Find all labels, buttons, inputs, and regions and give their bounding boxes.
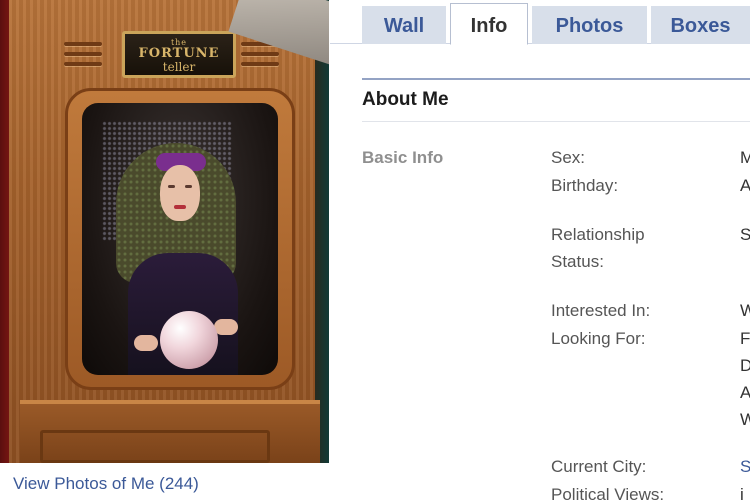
cabinet-base-panel <box>40 430 270 463</box>
tab-photos[interactable]: Photos <box>532 6 647 44</box>
fortune-teller-cabinet: the FORTUNE teller <box>9 0 315 463</box>
plaque-line-2: FORTUNE <box>138 46 220 62</box>
field-value-political-views: i <box>740 485 744 500</box>
cabinet-window-interior <box>82 103 278 375</box>
field-value-looking-for: F D A W <box>740 329 750 429</box>
field-value-birthday: A <box>740 176 750 195</box>
section-top-rule <box>362 78 750 80</box>
field-label-interested-in: Interested In: <box>551 301 651 320</box>
eye <box>185 185 192 188</box>
tab-info[interactable]: Info <box>450 3 528 45</box>
tab-boxes[interactable]: Boxes <box>651 6 750 44</box>
profile-photo[interactable]: the FORTUNE teller <box>0 0 329 463</box>
tab-wall[interactable]: Wall <box>362 6 446 44</box>
hand <box>134 335 158 351</box>
field-label-birthday: Birthday: <box>551 176 619 195</box>
cabinet-window <box>65 88 295 390</box>
field-value-relationship-status: S <box>740 225 750 244</box>
field-value-sex: M <box>740 148 750 167</box>
basic-info-label: Basic Info <box>362 148 444 167</box>
crystal-ball <box>160 311 218 369</box>
field-value-interested-in: W <box>740 301 750 320</box>
lips <box>174 205 186 209</box>
hand <box>214 319 238 335</box>
field-label-current-city: Current City: <box>551 457 647 476</box>
cabinet-vent <box>64 52 102 56</box>
eye <box>168 185 175 188</box>
field-value-current-city[interactable]: S <box>740 453 750 480</box>
profile-tabs: Wall Info Photos Boxes <box>330 0 750 45</box>
section-divider <box>362 121 750 122</box>
fortune-teller-face <box>160 165 200 221</box>
field-label-sex: Sex: <box>551 148 586 167</box>
cabinet-vent <box>64 42 102 46</box>
cabinet-vent <box>64 62 102 66</box>
view-photos-link[interactable]: View Photos of Me (244) <box>13 474 199 494</box>
cabinet-vent <box>241 52 279 56</box>
field-label-political-views: Political Views: <box>551 485 665 500</box>
cabinet-vent <box>241 62 279 66</box>
section-title: About Me <box>362 89 449 110</box>
field-label-looking-for: Looking For: <box>551 329 646 348</box>
field-label-relationship-status: Relationship Status: <box>551 225 645 271</box>
plaque-line-3: teller <box>162 60 196 75</box>
fortune-teller-plaque: the FORTUNE teller <box>122 31 236 78</box>
